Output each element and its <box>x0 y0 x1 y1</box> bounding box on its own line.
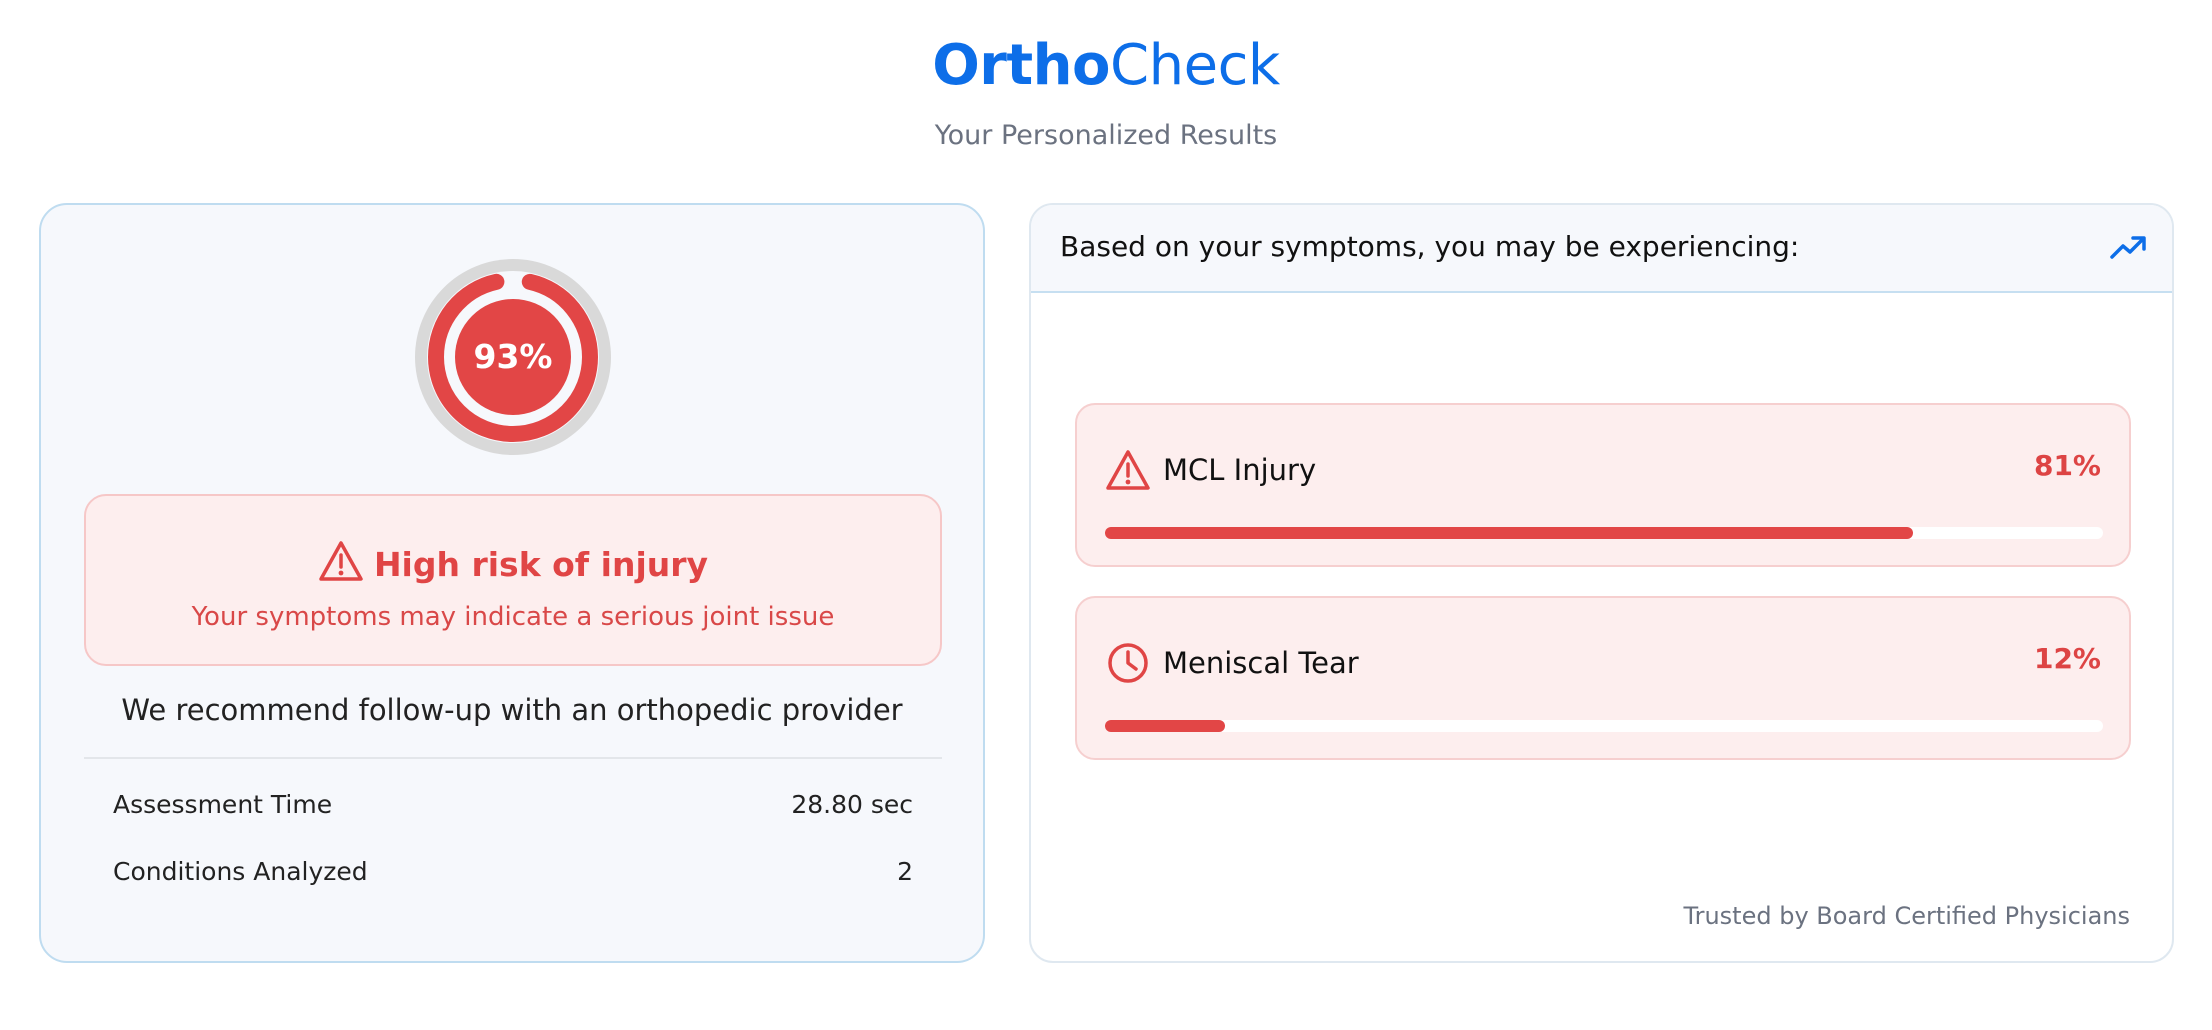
summary-card: 93% High risk of injury Your symptoms ma… <box>39 203 985 963</box>
risk-score-ring: 93% <box>409 253 617 461</box>
trust-footer: Trusted by Board Certified Physicians <box>1683 902 2130 930</box>
brand-light: Check <box>1110 33 1280 98</box>
condition-progress-fill <box>1105 720 1225 732</box>
brand-bold: Ortho <box>932 33 1111 98</box>
condition-card-mcl-injury[interactable]: MCL Injury 81% <box>1075 403 2131 567</box>
condition-percent: 81% <box>2033 449 2101 482</box>
risk-alert-subtitle: Your symptoms may indicate a serious joi… <box>191 602 835 632</box>
page-subtitle: Your Personalized Results <box>934 120 1278 151</box>
stat-value: 28.80 sec <box>791 790 913 819</box>
condition-name: MCL Injury <box>1163 453 1317 487</box>
risk-score-value: 93% <box>473 337 553 376</box>
app-logo: OrthoCheck <box>0 30 2212 102</box>
condition-progress-fill <box>1105 527 1914 539</box>
conditions-card: Based on your symptoms, you may be exper… <box>1029 203 2174 963</box>
conditions-header: Based on your symptoms, you may be exper… <box>1031 205 2172 293</box>
risk-alert: High risk of injury Your symptoms may in… <box>84 494 942 666</box>
condition-name: Meniscal Tear <box>1163 646 1359 680</box>
conditions-heading: Based on your symptoms, you may be exper… <box>1060 230 1800 263</box>
risk-alert-title-text: High risk of injury <box>373 545 709 584</box>
clock-icon <box>1108 643 1148 683</box>
condition-progress-track <box>1105 720 2103 732</box>
warning-icon <box>1106 450 1150 490</box>
trending-up-icon <box>2110 236 2146 259</box>
stat-assessment-time: Assessment Time 28.80 sec <box>113 790 913 819</box>
stat-label: Conditions Analyzed <box>113 857 368 886</box>
condition-card-meniscal-tear[interactable]: Meniscal Tear 12% <box>1075 596 2131 760</box>
recommendation-text: We recommend follow-up with an orthopedi… <box>121 693 903 727</box>
warning-icon <box>319 541 363 581</box>
divider <box>84 757 942 759</box>
condition-progress-track <box>1105 527 2103 539</box>
risk-alert-title: High risk of injury <box>86 540 940 587</box>
condition-percent: 12% <box>2033 642 2101 675</box>
stat-conditions-analyzed: Conditions Analyzed 2 <box>113 857 913 886</box>
stat-label: Assessment Time <box>113 790 333 819</box>
stat-value: 2 <box>897 857 913 886</box>
